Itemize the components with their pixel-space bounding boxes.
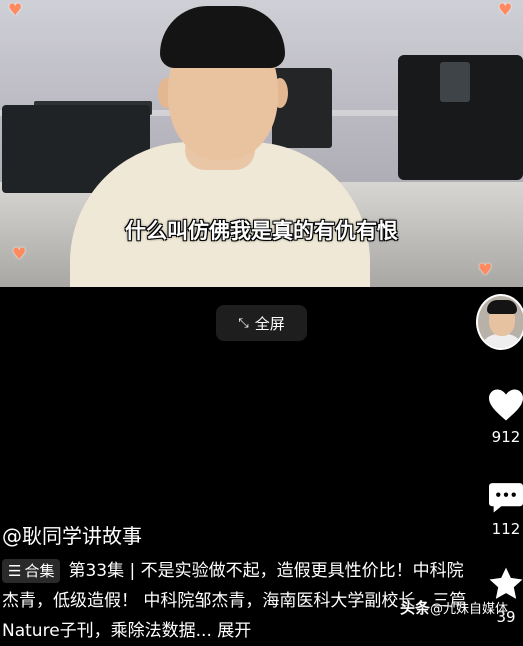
like-button[interactable]: 912: [486, 388, 523, 446]
heart-icon: ♥: [8, 0, 23, 19]
collection-label: 合集: [24, 562, 55, 580]
watermark: 头条@九妹自媒体: [400, 597, 508, 618]
fullscreen-label: 全屏: [254, 314, 285, 333]
author-avatar[interactable]: [476, 294, 523, 350]
video-person-hair: [160, 6, 285, 68]
stack-icon: ☰: [8, 562, 22, 580]
comment-icon: [489, 483, 523, 513]
heart-icon: [489, 389, 523, 421]
video-player[interactable]: ♥ ♥ ♥ ♥ 什么叫仿佛我是真的有仇有恨: [0, 0, 523, 287]
video-scene-box-detail: [440, 62, 470, 102]
heart-icon: ♥: [498, 0, 513, 19]
video-subtitle: 什么叫仿佛我是真的有仇有恨: [125, 219, 398, 243]
comment-count: 112: [491, 520, 521, 538]
comment-button[interactable]: 112: [486, 480, 523, 538]
description-text[interactable]: 第33集 | 不是实验做不起，造假更具性价比！中科院杰青，低级造假！ 中科院邹杰…: [2, 561, 466, 641]
expand-arrows-icon: ⤡: [238, 315, 249, 331]
heart-icon: ♥: [478, 260, 493, 279]
watermark-brand: 头条: [400, 599, 431, 617]
watermark-account: @九妹自媒体: [430, 602, 509, 617]
like-count: 912: [491, 428, 521, 446]
avatar-shirt: [480, 334, 523, 348]
avatar-hair: [487, 300, 517, 314]
collection-chip[interactable]: ☰ 合集: [2, 559, 61, 583]
heart-icon: ♥: [12, 244, 27, 263]
fullscreen-button[interactable]: ⤡ 全屏: [216, 305, 307, 341]
author-name[interactable]: @耿同学讲故事: [2, 520, 142, 549]
